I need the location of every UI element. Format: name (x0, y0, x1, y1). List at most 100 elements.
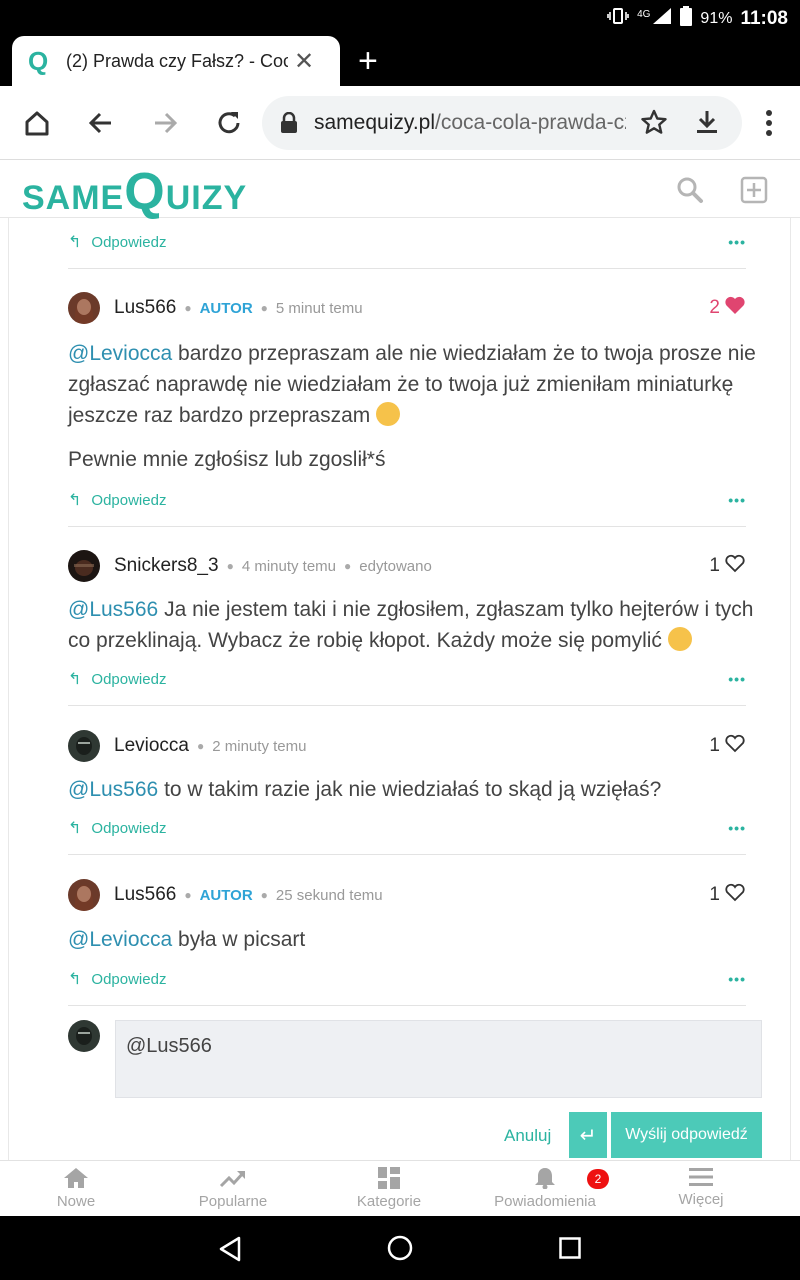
comment-time: 4 minuty temu (241, 557, 337, 575)
scream-emoji-icon (376, 402, 401, 426)
menu-icon (689, 1168, 713, 1186)
comment-body: @Lus566 Ja nie jestem taki i nie zgłosił… (68, 598, 754, 652)
reply-arrow-icon: ↰ (68, 492, 82, 509)
reply-link[interactable]: ↰ Odpowiedz (68, 232, 166, 252)
search-icon[interactable] (676, 176, 704, 209)
new-tab-icon[interactable]: + (358, 42, 378, 81)
tab-title: (2) Prawda czy Fałsz? - Coca-Cola (66, 50, 288, 71)
send-reply-button[interactable]: Wyślij odpowiedź (611, 1112, 762, 1158)
reply-arrow-icon: ↰ (68, 234, 82, 251)
tab-strip: Q (2) Prawda czy Fałsz? - Coca-Cola ✕ + (0, 34, 800, 86)
reply-arrow-icon: ↰ (68, 971, 82, 988)
reply-link[interactable]: ↰ Odpowiedz (68, 818, 166, 838)
nav-item-nowe[interactable]: Nowe (1, 1167, 151, 1210)
avatar[interactable] (68, 879, 100, 911)
author-badge: AUTOR (199, 299, 253, 317)
mention-link[interactable]: @Leviocca (68, 342, 172, 365)
network-type: 4G (637, 9, 651, 20)
home-icon[interactable] (20, 106, 54, 140)
comment-body: @Lus566 to w takim razie jak nie wiedzia… (68, 778, 662, 801)
like-counter[interactable]: 1 (709, 553, 746, 579)
comment-author[interactable]: Lus566 (114, 297, 176, 319)
system-recents-icon[interactable] (559, 1237, 581, 1264)
nav-item-wiecej[interactable]: Więcej (626, 1167, 776, 1208)
more-options-icon[interactable]: ••• (728, 234, 746, 250)
battery-icon (680, 6, 693, 31)
comment-time: 5 minut temu (275, 299, 363, 317)
system-back-icon[interactable] (218, 1236, 242, 1267)
nav-item-popularne[interactable]: Popularne (158, 1167, 308, 1210)
url-host: samequizy.pl (314, 111, 435, 134)
reload-icon[interactable] (212, 106, 246, 140)
comment-author[interactable]: Leviocca (114, 735, 189, 757)
home-icon (64, 1168, 88, 1188)
clock: 11:08 (740, 7, 788, 29)
comment-body: @Leviocca bardzo przepraszam ale nie wie… (68, 342, 756, 427)
avatar[interactable] (68, 550, 100, 582)
mention-link[interactable]: @Lus566 (68, 598, 158, 621)
address-bar[interactable]: samequizy.pl/coca-cola-prawda-czy-falsz (262, 96, 742, 150)
back-icon[interactable] (84, 106, 118, 140)
cancel-button[interactable]: Anuluj (504, 1126, 551, 1146)
more-options-icon[interactable]: ••• (728, 671, 746, 687)
heart-filled-icon (724, 295, 746, 321)
reply-row: ↰ Odpowiedz ••• (68, 490, 746, 514)
comment-header: Lus566 ● AUTOR ● 5 minut temu 2 (68, 291, 746, 325)
like-counter[interactable]: 1 (709, 733, 746, 759)
close-tab-icon[interactable]: ✕ (294, 47, 314, 76)
heart-outline-icon (724, 733, 746, 759)
bookmark-star-icon[interactable] (640, 108, 668, 141)
site-logo[interactable]: SAMEQUIZY (22, 162, 247, 222)
comment-header: Snickers8_3 ● 4 minuty temu ● edytowano … (68, 549, 746, 583)
reply-arrow-icon: ↰ (68, 671, 82, 688)
reply-arrow-icon: ↰ (68, 820, 82, 837)
comment-author[interactable]: Snickers8_3 (114, 555, 219, 577)
comment-header: Leviocca ● 2 minuty temu 1 (68, 729, 746, 763)
battery-percent: 91% (700, 9, 733, 27)
nav-item-kategorie[interactable]: Kategorie (314, 1167, 464, 1210)
site-favicon-icon: Q (28, 45, 49, 76)
edited-label: edytowano (359, 557, 432, 575)
trending-icon (219, 1170, 246, 1188)
comments-section: ↰ Odpowiedz ••• Lus566 ● AUTOR ● 5 minut … (0, 218, 800, 1160)
nav-item-powiadomienia[interactable]: Powiadomienia 2 (470, 1167, 620, 1210)
mention-link[interactable]: @Lus566 (68, 778, 158, 801)
reply-row: ↰ Odpowiedz ••• (68, 969, 746, 993)
comment-body: @Leviocca była w picsart (68, 928, 306, 951)
overflow-menu-icon[interactable] (752, 106, 786, 140)
more-options-icon[interactable]: ••• (728, 492, 746, 508)
avatar[interactable] (68, 730, 100, 762)
bottom-navigation: Nowe Popularne Kategorie Powiadomienia 2… (0, 1160, 800, 1216)
avatar[interactable] (68, 292, 100, 324)
heart-outline-icon (724, 553, 746, 579)
grid-icon (378, 1167, 400, 1189)
like-counter[interactable]: 2 (709, 295, 746, 321)
site-header: SAMEQUIZY (0, 160, 800, 221)
reply-link[interactable]: ↰ Odpowiedz (68, 969, 166, 989)
vibrate-icon (607, 7, 629, 30)
comment-time: 2 minuty temu (212, 737, 307, 755)
browser-tab[interactable]: Q (2) Prawda czy Fałsz? - Coca-Cola ✕ (12, 36, 340, 86)
reply-link[interactable]: ↰ Odpowiedz (68, 669, 166, 689)
add-quiz-icon[interactable] (740, 176, 768, 209)
comment-header: Lus566 ● AUTOR ● 25 sekund temu 1 (68, 878, 746, 912)
forward-icon[interactable] (148, 106, 182, 140)
bell-icon (535, 1168, 555, 1189)
system-navigation-bar (0, 1216, 800, 1280)
signal-icon (652, 7, 672, 30)
reply-textarea[interactable]: @Lus566 (115, 1020, 762, 1098)
more-options-icon[interactable]: ••• (728, 971, 746, 987)
download-icon[interactable] (694, 108, 720, 141)
notification-badge: 2 (587, 1169, 609, 1189)
like-counter[interactable]: 1 (709, 882, 746, 908)
more-options-icon[interactable]: ••• (728, 820, 746, 836)
browser-toolbar: samequizy.pl/coca-cola-prawda-czy-falsz (0, 86, 800, 160)
smile-emoji-icon (667, 627, 692, 651)
mention-link[interactable]: @Leviocca (68, 928, 172, 951)
heart-outline-icon (724, 882, 746, 908)
url-path: /coca-cola-prawda-czy-falsz (435, 111, 626, 134)
reply-link[interactable]: ↰ Odpowiedz (68, 490, 166, 510)
comment-author[interactable]: Lus566 (114, 884, 176, 906)
enter-button[interactable]: ↵ (569, 1112, 607, 1158)
system-home-icon[interactable] (387, 1235, 413, 1266)
